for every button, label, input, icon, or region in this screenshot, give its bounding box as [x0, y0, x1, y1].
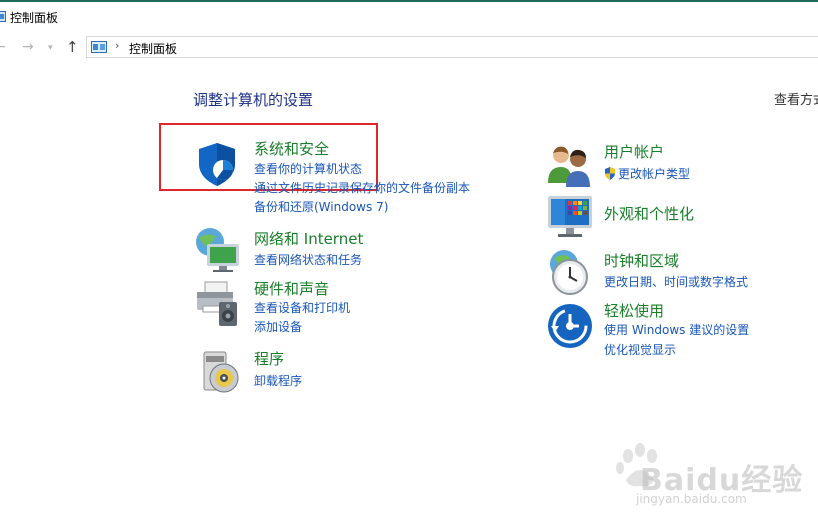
link-label[interactable]: 更改帐户类型	[618, 167, 690, 181]
category-title-appearance[interactable]: 外观和个性化	[604, 203, 694, 224]
back-arrow-icon[interactable]: ←	[0, 37, 6, 57]
category-title-system-security[interactable]: 系统和安全	[254, 138, 329, 159]
link-recommended-settings[interactable]: 使用 Windows 建议的设置	[604, 321, 749, 338]
category-title-ease-of-access[interactable]: 轻松使用	[604, 300, 664, 321]
link-file-history-backup[interactable]: 通过文件历史记录保存你的文件备份副本	[254, 179, 470, 196]
link-change-date-time-format[interactable]: 更改日期、时间或数字格式	[604, 273, 748, 290]
link-change-account-type[interactable]: 更改帐户类型	[604, 165, 690, 182]
window-title: 控制面板	[10, 11, 59, 25]
system-security-shield-icon[interactable]	[193, 140, 241, 188]
programs-disc-icon[interactable]	[196, 348, 244, 396]
category-title-clock-region[interactable]: 时钟和区域	[604, 250, 679, 271]
watermark-url: jingyan.baidu.com	[636, 492, 747, 506]
printer-speaker-icon[interactable]	[193, 280, 241, 328]
breadcrumb[interactable]: 控制面板	[129, 40, 177, 57]
clock-globe-icon[interactable]	[546, 248, 594, 296]
navigation-bar: ← → ▾ ↑ › 控制面板	[0, 30, 818, 64]
control-panel-icon	[91, 41, 107, 53]
category-title-hardware-sound[interactable]: 硬件和声音	[254, 278, 329, 299]
link-uninstall-program[interactable]: 卸载程序	[254, 372, 302, 389]
page-title: 调整计算机的设置	[193, 91, 314, 109]
link-network-status[interactable]: 查看网络状态和任务	[254, 251, 362, 268]
forward-arrow-icon[interactable]: →	[22, 37, 34, 57]
category-title-programs[interactable]: 程序	[254, 348, 284, 369]
address-bar[interactable]: › 控制面板	[86, 36, 818, 58]
users-icon[interactable]	[546, 141, 594, 189]
link-view-computer-status[interactable]: 查看你的计算机状态	[254, 160, 362, 177]
monitor-palette-icon[interactable]	[546, 192, 594, 240]
recent-locations-chevron-icon[interactable]: ▾	[48, 38, 53, 58]
control-panel-icon	[0, 11, 6, 22]
category-title-network[interactable]: 网络和 Internet	[254, 228, 363, 249]
link-backup-restore[interactable]: 备份和还原(Windows 7)	[254, 198, 388, 215]
category-title-user-accounts[interactable]: 用户帐户	[604, 141, 664, 162]
network-globe-icon[interactable]	[193, 226, 241, 274]
title-bar: 控制面板	[0, 2, 818, 30]
link-devices-printers[interactable]: 查看设备和打印机	[254, 299, 350, 316]
view-by-label[interactable]: 查看方式	[774, 89, 818, 108]
ease-of-access-icon[interactable]	[546, 302, 594, 350]
link-optimize-visual-display[interactable]: 优化视觉显示	[604, 341, 676, 358]
uac-shield-icon	[605, 167, 615, 180]
link-add-device[interactable]: 添加设备	[254, 318, 302, 335]
up-arrow-icon[interactable]: ↑	[66, 37, 79, 57]
breadcrumb-separator-icon[interactable]: ›	[115, 39, 119, 52]
